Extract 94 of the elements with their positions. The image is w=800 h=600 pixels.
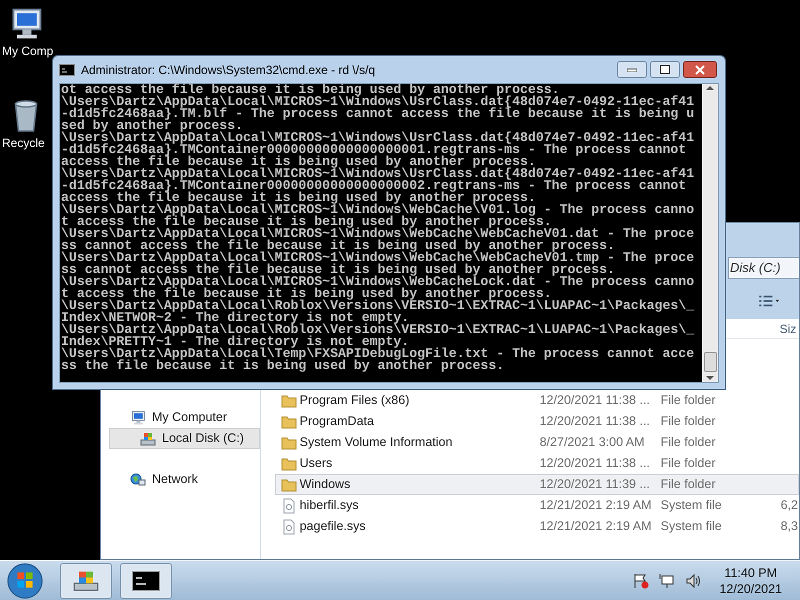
console-line: Index\NETWOR~2 - The directory is not empty. [61,312,410,324]
desktop-icon-label[interactable]: Recycle [0,136,45,150]
console-line: \Users\Dartz\AppData\Local\MICROS~1\Windows\UsrClass.dat{48d074e7-0492-11ec-af41 [61,96,694,108]
console-line: ss cannot access the file because it is being used by another process. [61,264,615,276]
console-line: -d1d5fc2468aa}.TM.blf - The process cannot access the file because it is being u [61,108,694,120]
maximize-button[interactable] [650,61,680,78]
clock-time: 11:40 PM [724,564,777,580]
date-modified: 8/27/2021 3:00 AM [540,434,646,452]
file-name: ProgramData [300,413,374,430]
console-line: \Users\Dartz\AppData\Local\MICROS~1\Windows\WebCache\V01.log - The process canno [61,204,694,216]
console-app-icon [59,64,75,76]
console-line: \Users\Dartz\AppData\Local\Roblox\Versions\VERSIO~1\EXTRAC~1\LUAPAC~1\Packages\_ [61,324,694,336]
console-line: ss the file because it is being used by another process. [61,360,504,372]
computer-icon [130,410,146,426]
console-line: -d1d5fc2468aa}.TMContainer00000000000000000002.regtrans-ms - The process cannot [61,180,686,192]
date-modified: 12/21/2021 2:19 AM [540,497,653,514]
file-icon [280,518,297,534]
console-line: \Users\Dartz\AppData\Local\MICROS~1\Windows\WebCache\WebCacheV01.tmp - The proce [61,252,694,264]
scrollbar[interactable] [702,84,718,382]
date-modified: 12/20/2021 11:38 ... [540,392,651,410]
column-header[interactable]: Siz [780,320,796,338]
date-modified: 12/20/2021 11:39 ... [540,476,651,494]
close-icon [695,64,705,74]
file-icon [280,498,297,514]
folder-icon [280,392,297,408]
globe-computer-icon [130,472,146,488]
file-type: File folder [660,434,716,452]
date-modified: 12/21/2021 2:19 AM [540,518,653,536]
file-row[interactable]: pagefile.sys 12/21/2021 2:19 AM System file 8,3 [274,516,799,537]
desktop-icon-label[interactable]: My Comp [0,44,54,58]
folder-icon [280,434,297,450]
folder-icon [280,414,297,430]
file-size: 8,3 [780,519,798,534]
file-name: hiberfil.sys [300,497,359,514]
console-line: \Users\Dartz\AppData\Local\MICROS~1\Windows\UsrClass.dat{48d074e7-0492-11ec-af41 [61,132,694,144]
window-title: Administrator: C:\Windows\System32\cmd.exe - rd \/s/q [81,62,376,78]
view-options-icon[interactable] [757,294,779,308]
file-name: Windows [300,476,350,494]
disk-drive-icon [140,430,156,446]
file-row[interactable]: Program Files (x86) 12/20/2021 11:38 ... File folder [274,390,799,411]
file-type: File folder [660,455,716,472]
file-row[interactable]: System Volume Information 8/27/2021 3:00 AM File folder [274,432,799,453]
console-line: ss cannot access the file because it is being used by another process. [61,240,615,252]
file-type: File folder [660,392,716,410]
nav-item[interactable]: Network [109,469,260,490]
file-size: 6,2 [780,498,798,512]
file-name: System Volume Information [300,434,452,452]
disk-drive-icon [72,568,100,592]
file-name: pagefile.sys [300,518,366,536]
console-line: \Users\Dartz\AppData\Local\MICROS~1\Windows\UsrClass.dat{48d074e7-0492-11ec-af41 [61,168,694,180]
file-type: System file [660,497,723,514]
console-line: access the file because it is being used by another process. [61,192,536,204]
console-line: t access the file because it is being used by another process. [61,216,552,228]
file-name: Program Files (x86) [300,392,410,410]
console-line: \Users\Dartz\AppData\Local\Temp\FXSAPIDebugLogFile.txt - The process cannot acce [61,348,694,360]
speaker-icon[interactable] [685,572,702,588]
scroll-down-icon[interactable] [706,376,714,380]
address-field[interactable]: Disk (C:) [728,257,799,279]
close-button[interactable] [683,61,717,78]
date-modified: 12/20/2021 11:38 ... [540,413,651,430]
console-line: ot access the file because it is being used by another process. [61,84,560,96]
nav-item[interactable]: My Computer [109,407,260,428]
file-type: File folder [660,413,716,430]
file-row[interactable]: hiberfil.sys 12/21/2021 2:19 AM System file 6,2 [274,495,799,516]
console-line: t access the file because it is being used by another process. [61,288,552,300]
network-icon[interactable] [659,572,676,588]
console-line: access the file because it is being used by another process. [61,156,536,168]
file-row[interactable]: ProgramData 12/20/2021 11:38 ... File folder [274,411,799,432]
scrollbar-thumb[interactable] [704,352,716,372]
file-type: System file [660,518,723,536]
file-row[interactable]: Windows 12/20/2021 11:39 ... File folder [274,474,799,495]
minimize-button[interactable] [617,61,647,78]
minimize-icon [627,68,637,72]
file-type: File folder [660,476,716,494]
clock[interactable]: 11:40 PM 12/20/2021 [719,564,782,596]
file-row[interactable]: Users 12/20/2021 11:38 ... File folder [274,453,799,474]
console-line: Index\PRETTY~1 - The directory is not empty. [61,336,410,348]
console-icon [132,570,160,590]
start-orb-icon[interactable] [6,562,44,600]
console-line: \Users\Dartz\AppData\Local\Roblox\Versions\VERSIO~1\EXTRAC~1\LUAPAC~1\Packages\_ [61,300,694,312]
console-line: sed by another process. [61,120,244,132]
folder-icon [280,456,297,472]
console-line: \Users\Dartz\AppData\Local\MICROS~1\Windows\WebCache\WebCacheV01.dat - The proce [61,228,694,240]
taskbar-button[interactable] [120,562,172,598]
nav-item[interactable]: Local Disk (C:) [109,428,260,449]
maximize-icon [660,65,670,74]
folder-icon [280,476,297,492]
console-line: -d1d5fc2468aa}.TMContainer00000000000000000001.regtrans-ms - The process cannot [61,144,686,156]
scroll-up-icon[interactable] [706,86,714,90]
file-name: Users [300,455,332,472]
clock-date: 12/20/2021 [719,580,782,596]
date-modified: 12/20/2021 11:38 ... [540,455,651,472]
flag-error-icon[interactable] [633,572,650,588]
console-line: \Users\Dartz\AppData\Local\MICROS~1\Windows\WebCacheLock.dat - The process canno [61,276,694,288]
